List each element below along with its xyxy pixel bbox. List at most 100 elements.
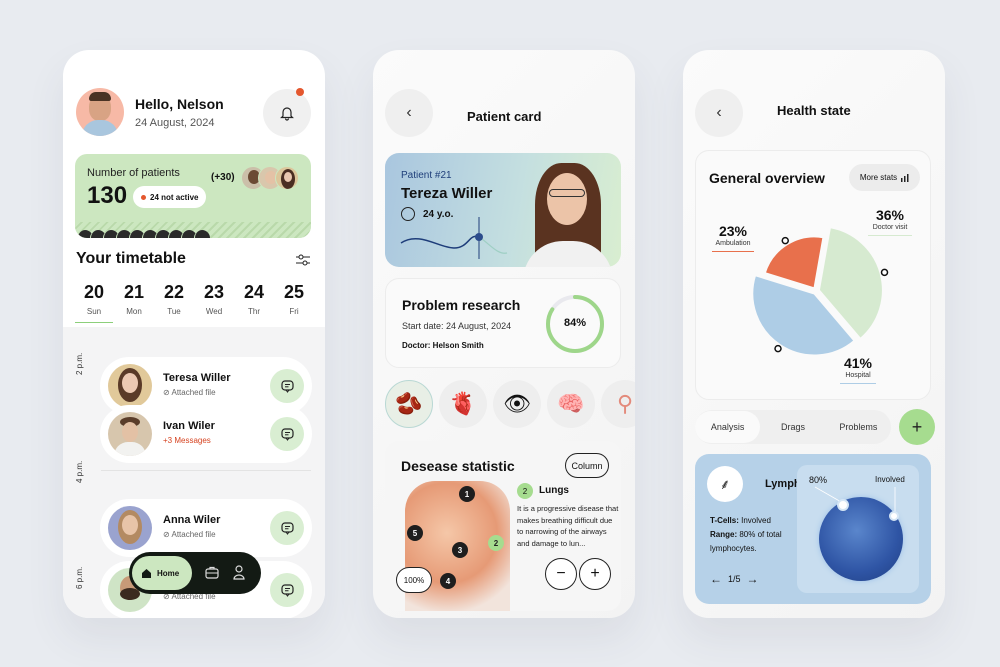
chat-button[interactable] xyxy=(270,417,304,451)
patient-name: Anna Wiler xyxy=(163,514,221,526)
day-thr[interactable]: 24 Thr xyxy=(235,282,273,323)
marker-2[interactable]: 2 xyxy=(488,535,504,551)
message-icon xyxy=(280,427,294,441)
messages-count: +3 Messages xyxy=(163,436,211,445)
label-ambulation: 23% Ambulation xyxy=(712,223,754,252)
health-state-screen: ‹ Health state General overview More sta… xyxy=(683,50,945,618)
filter-icon[interactable] xyxy=(295,252,311,268)
selected-marker-badge: 2 xyxy=(517,483,533,499)
patient-avatar-3 xyxy=(275,166,299,190)
bell-icon xyxy=(280,107,294,121)
home-screen: Hello, Nelson 24 August, 2024 Number of … xyxy=(63,50,325,618)
page-title: Patient card xyxy=(467,109,542,124)
inactive-badge: 24 not active xyxy=(133,186,207,208)
chat-button[interactable] xyxy=(270,511,304,545)
attached-file: ⊘ Attached file xyxy=(163,530,216,539)
marker-3[interactable]: 3 xyxy=(452,542,468,558)
organ-heart[interactable]: 🫀 xyxy=(439,380,487,428)
nav-home[interactable]: Home xyxy=(132,556,192,590)
chevron-left-icon: ‹ xyxy=(716,104,722,121)
marker-dot[interactable] xyxy=(889,511,899,521)
attached-file: ⊘ Attached file xyxy=(163,388,216,397)
tab-bar: Analysis Drags Problems xyxy=(695,410,891,444)
message-icon xyxy=(280,379,294,393)
heart-icon: 🫀 xyxy=(449,391,477,416)
status-dot xyxy=(141,194,146,200)
back-button[interactable]: ‹ xyxy=(385,89,433,137)
marker-4[interactable]: 4 xyxy=(440,573,456,589)
extra-patients-count: (+30) xyxy=(211,172,235,183)
notifications-button[interactable] xyxy=(263,89,311,137)
divider xyxy=(101,470,311,471)
wave-decoration xyxy=(400,217,508,259)
chat-button[interactable] xyxy=(270,369,304,403)
avatar xyxy=(108,364,152,408)
user-avatar[interactable] xyxy=(76,88,124,136)
appointment-item[interactable]: Ivan Wiler +3 Messages xyxy=(100,405,312,463)
disease-title: Desease statistic xyxy=(401,458,515,474)
lymph-title: Lymph xyxy=(765,478,801,490)
day-tue[interactable]: 22 Tue xyxy=(155,282,193,323)
time-label: 4 p.m. xyxy=(75,460,84,483)
label-doctor-visit: 36% Doctor visit xyxy=(868,207,912,236)
column-view-button[interactable]: Column xyxy=(565,453,609,478)
add-button[interactable]: + xyxy=(899,409,935,445)
arrow-left-icon[interactable]: ← xyxy=(710,572,722,586)
patient-info-card[interactable]: Patient #21 Tereza Willer 24 y.o. xyxy=(385,153,621,267)
organ-brain[interactable]: 🧠 xyxy=(547,380,595,428)
chat-button[interactable] xyxy=(270,573,304,607)
organ-uterus[interactable]: ⚲ xyxy=(601,380,635,428)
day-mon[interactable]: 21 Mon xyxy=(115,282,153,323)
pie-pin xyxy=(774,344,782,353)
zoom-in-button[interactable]: + xyxy=(579,558,611,590)
organ-kidneys[interactable]: 🫘 xyxy=(385,380,433,428)
patient-number: Patient #21 xyxy=(401,170,452,181)
day-sun[interactable]: 20 Sun xyxy=(75,282,113,323)
chevron-left-icon: ‹ xyxy=(406,104,412,121)
day-wed[interactable]: 23 Wed xyxy=(195,282,233,323)
bar-chart-icon xyxy=(901,173,909,182)
brain-icon: 🧠 xyxy=(557,391,585,416)
patients-label: Number of patients xyxy=(87,167,180,179)
patients-count: 130 xyxy=(87,182,128,209)
tab-drags[interactable]: Drags xyxy=(760,411,825,443)
marker-dot[interactable] xyxy=(837,499,849,511)
lymph-details: T-Cells: Involved Range: 80% of total ly… xyxy=(710,516,782,553)
lymph-card: ⸙ Lymph T-Cells: Involved Range: 80% of … xyxy=(695,454,931,604)
day-selector: 20 Sun 21 Mon 22 Tue 23 Wed 24 Thr 25 Fri xyxy=(75,282,313,323)
message-icon xyxy=(280,521,294,535)
profile-icon[interactable] xyxy=(233,565,245,580)
overview-title: General overview xyxy=(709,170,825,186)
patient-name: Tereza Willer xyxy=(401,185,493,202)
zoom-level[interactable]: 100% xyxy=(396,567,432,593)
tab-problems[interactable]: Problems xyxy=(826,411,891,443)
lymph-visualization: 80% Involved xyxy=(797,465,919,593)
time-label: 2 p.m. xyxy=(75,352,84,375)
marker-1[interactable]: 1 xyxy=(459,486,475,502)
patient-name: Ivan Wiler xyxy=(163,420,215,432)
zoom-out-button[interactable]: − xyxy=(545,558,577,590)
patient-bar-strip xyxy=(77,230,210,238)
day-fri[interactable]: 25 Fri xyxy=(275,282,313,323)
patient-card-screen: ‹ Patient card Patient #21 Tereza Willer… xyxy=(373,50,635,618)
patient-name: Teresa Willer xyxy=(163,372,231,384)
patients-card[interactable]: Number of patients 130 24 not active (+3… xyxy=(75,154,311,238)
briefcase-icon[interactable] xyxy=(205,566,219,579)
appointment-item[interactable]: Anna Wiler ⊘ Attached file xyxy=(100,499,312,557)
organ-eye[interactable]: 👁 xyxy=(493,380,541,428)
tab-analysis[interactable]: Analysis xyxy=(695,411,761,443)
more-stats-button[interactable]: More stats xyxy=(849,164,920,191)
arrow-right-icon[interactable]: → xyxy=(747,572,759,586)
selected-organ-title: Lungs xyxy=(539,485,569,496)
label-hospital: 41% Hospital xyxy=(840,355,876,384)
research-doctor: Doctor: Helson Smith xyxy=(402,341,484,350)
back-button[interactable]: ‹ xyxy=(695,89,743,137)
time-label: 6 p.m. xyxy=(75,566,84,589)
eye-icon: 👁 xyxy=(503,391,531,416)
general-overview-card: General overview More stats 23% Ambulati… xyxy=(695,150,931,400)
pager: ← 1/5 → xyxy=(710,572,759,586)
marker-5[interactable]: 5 xyxy=(407,525,423,541)
problem-research-card[interactable]: Problem research Start date: 24 August, … xyxy=(385,278,621,368)
research-title: Problem research xyxy=(402,297,521,313)
uterus-icon: ⚲ xyxy=(616,391,634,416)
